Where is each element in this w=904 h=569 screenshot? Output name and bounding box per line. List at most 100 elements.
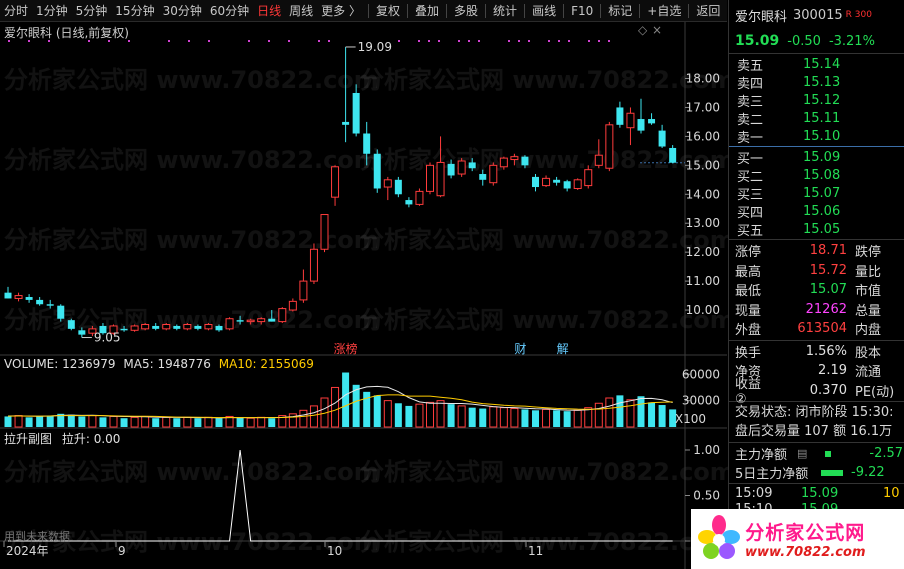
stat-row: 现量 21262 总量 bbox=[729, 300, 904, 320]
main-net-label: 主力净额 bbox=[735, 448, 788, 463]
toolbar-action-2[interactable]: 多股 bbox=[450, 0, 482, 22]
stat-label-2: 量比 bbox=[855, 264, 882, 280]
ask-row[interactable]: 卖一 15.10 bbox=[729, 127, 904, 146]
bid-row[interactable]: 买四 15.06 bbox=[729, 202, 904, 221]
volume-bar bbox=[594, 402, 603, 428]
after-hours-volume: 盘后交易量 107 额 16.1万 bbox=[735, 424, 893, 439]
volume-bar bbox=[426, 401, 434, 428]
period-tab-4[interactable]: 30分钟 bbox=[159, 0, 206, 22]
trade-status: 交易状态: 闭市阶段 15:30: bbox=[735, 405, 894, 420]
toolbar-action-8[interactable]: 返回 bbox=[692, 0, 724, 22]
period-tab-6[interactable]: 日线 bbox=[253, 0, 285, 22]
stat-row: 涨停 18.71 跌停 bbox=[729, 241, 904, 261]
ask-row[interactable]: 卖二 15.11 bbox=[729, 109, 904, 128]
candle-body bbox=[436, 161, 445, 197]
bid-row[interactable]: 买一 15.09 bbox=[729, 148, 904, 167]
volume-bar bbox=[342, 372, 350, 427]
signal-dot bbox=[568, 40, 570, 42]
future-data-note: 用到未来数据 bbox=[4, 530, 70, 543]
candle-body bbox=[563, 181, 571, 189]
bid-row[interactable]: 买五 15.05 bbox=[729, 220, 904, 239]
main-net-bar bbox=[825, 450, 832, 457]
ask-row[interactable]: 卖三 15.12 bbox=[729, 91, 904, 110]
toolbar-separator bbox=[485, 3, 487, 18]
candle-body bbox=[415, 190, 424, 205]
candle-body bbox=[257, 318, 266, 323]
candle-body bbox=[141, 324, 150, 330]
stat-value: 15.72 bbox=[809, 262, 847, 278]
candle-body bbox=[542, 177, 551, 187]
ask-label: 卖三 bbox=[737, 94, 764, 110]
toolbar-separator bbox=[639, 3, 641, 18]
tick-volume: 10 bbox=[883, 485, 900, 501]
toolbar-action-3[interactable]: 统计 bbox=[489, 0, 521, 22]
price-tick-label: 10.00 bbox=[686, 303, 720, 317]
volume-bar bbox=[499, 407, 508, 428]
bid-row[interactable]: 买三 15.07 bbox=[729, 184, 904, 203]
volume-bar bbox=[152, 418, 160, 427]
candle-body bbox=[320, 214, 329, 250]
period-tab-0[interactable]: 分时 bbox=[0, 0, 32, 22]
signal-dot bbox=[558, 40, 560, 42]
main-panel-title: 爱尔眼科 (日线,前复权) bbox=[4, 26, 129, 40]
ask-row[interactable]: 卖五 15.14 bbox=[729, 55, 904, 74]
ma5-line bbox=[7, 385, 673, 419]
signal-dot bbox=[428, 40, 430, 42]
period-tab-5[interactable]: 60分钟 bbox=[206, 0, 253, 22]
period-tab-8[interactable]: 更多 〉 bbox=[317, 0, 365, 22]
bid-row[interactable]: 买二 15.08 bbox=[729, 166, 904, 185]
event-marker[interactable]: 财 bbox=[514, 342, 526, 356]
candle-body bbox=[309, 248, 318, 282]
volume-bar bbox=[78, 416, 86, 427]
volume-bar bbox=[130, 416, 139, 428]
list-icon[interactable]: ▤ bbox=[797, 447, 807, 460]
volume-bar bbox=[4, 416, 12, 427]
candle-body bbox=[468, 162, 476, 169]
candle-body bbox=[288, 300, 297, 311]
price-tick-label: 16.00 bbox=[686, 129, 720, 143]
candle-body bbox=[173, 325, 181, 329]
period-tab-2[interactable]: 5分钟 bbox=[72, 0, 112, 22]
price-tick-label: 11.00 bbox=[686, 274, 720, 288]
volume-bar bbox=[605, 397, 614, 428]
volume-bar bbox=[415, 403, 424, 428]
event-marker[interactable]: 解 bbox=[557, 342, 569, 356]
ma10-label: MA10: 2155069 bbox=[218, 357, 314, 371]
price-change: -0.50 bbox=[787, 33, 821, 49]
candle-body bbox=[152, 325, 160, 329]
candle-body bbox=[162, 324, 171, 330]
toolbar-action-1[interactable]: 叠加 bbox=[411, 0, 443, 22]
candle-body bbox=[669, 147, 677, 163]
stat-row: 收益② 0.370 PE(动) bbox=[729, 377, 904, 407]
period-tab-1[interactable]: 1分钟 bbox=[32, 0, 72, 22]
tick-price: 15.09 bbox=[801, 485, 839, 501]
volume-bar bbox=[573, 409, 582, 428]
volume-bar bbox=[299, 409, 308, 428]
period-tab-3[interactable]: 15分钟 bbox=[111, 0, 158, 22]
chart-area[interactable]: 分析家公式网 www.70822.com 分析家公式网 www.70822.co… bbox=[0, 22, 735, 569]
close-icon[interactable]: × bbox=[652, 23, 662, 37]
signal-dot bbox=[328, 40, 330, 42]
stat-label: 换手 bbox=[735, 345, 762, 361]
ask-row[interactable]: 卖四 15.13 bbox=[729, 73, 904, 92]
event-marker[interactable]: 涨榜 bbox=[334, 341, 358, 356]
ask-price: 15.14 bbox=[803, 56, 841, 72]
toolbar-action-4[interactable]: 画线 bbox=[528, 0, 560, 22]
stat-value: 0.370 bbox=[809, 382, 847, 398]
volume-bar bbox=[236, 417, 244, 427]
toolbar-action-6[interactable]: 标记 bbox=[604, 0, 636, 22]
diamond-icon[interactable]: ◇ bbox=[638, 23, 647, 37]
toolbar-action-5[interactable]: F10 bbox=[567, 0, 597, 22]
candle-body bbox=[363, 133, 371, 154]
volume-bar bbox=[14, 415, 23, 428]
volume-bar bbox=[394, 403, 402, 427]
toolbar-action-7[interactable]: +自选 bbox=[643, 0, 685, 22]
chart-svg[interactable]: 18.00 17.00 16.00 15.00 14.00 13.00 12.00 11.00… bbox=[0, 22, 727, 569]
five-day-net-row: 5日主力净额 -9.22 bbox=[729, 463, 904, 482]
five-day-net-label: 5日主力净额 bbox=[735, 467, 809, 482]
ask-label: 卖四 bbox=[737, 76, 764, 92]
toolbar-action-0[interactable]: 复权 bbox=[372, 0, 404, 22]
period-tab-7[interactable]: 周线 bbox=[285, 0, 317, 22]
volume-tick-label: 30000 bbox=[682, 394, 720, 408]
volume-bar bbox=[246, 417, 255, 428]
